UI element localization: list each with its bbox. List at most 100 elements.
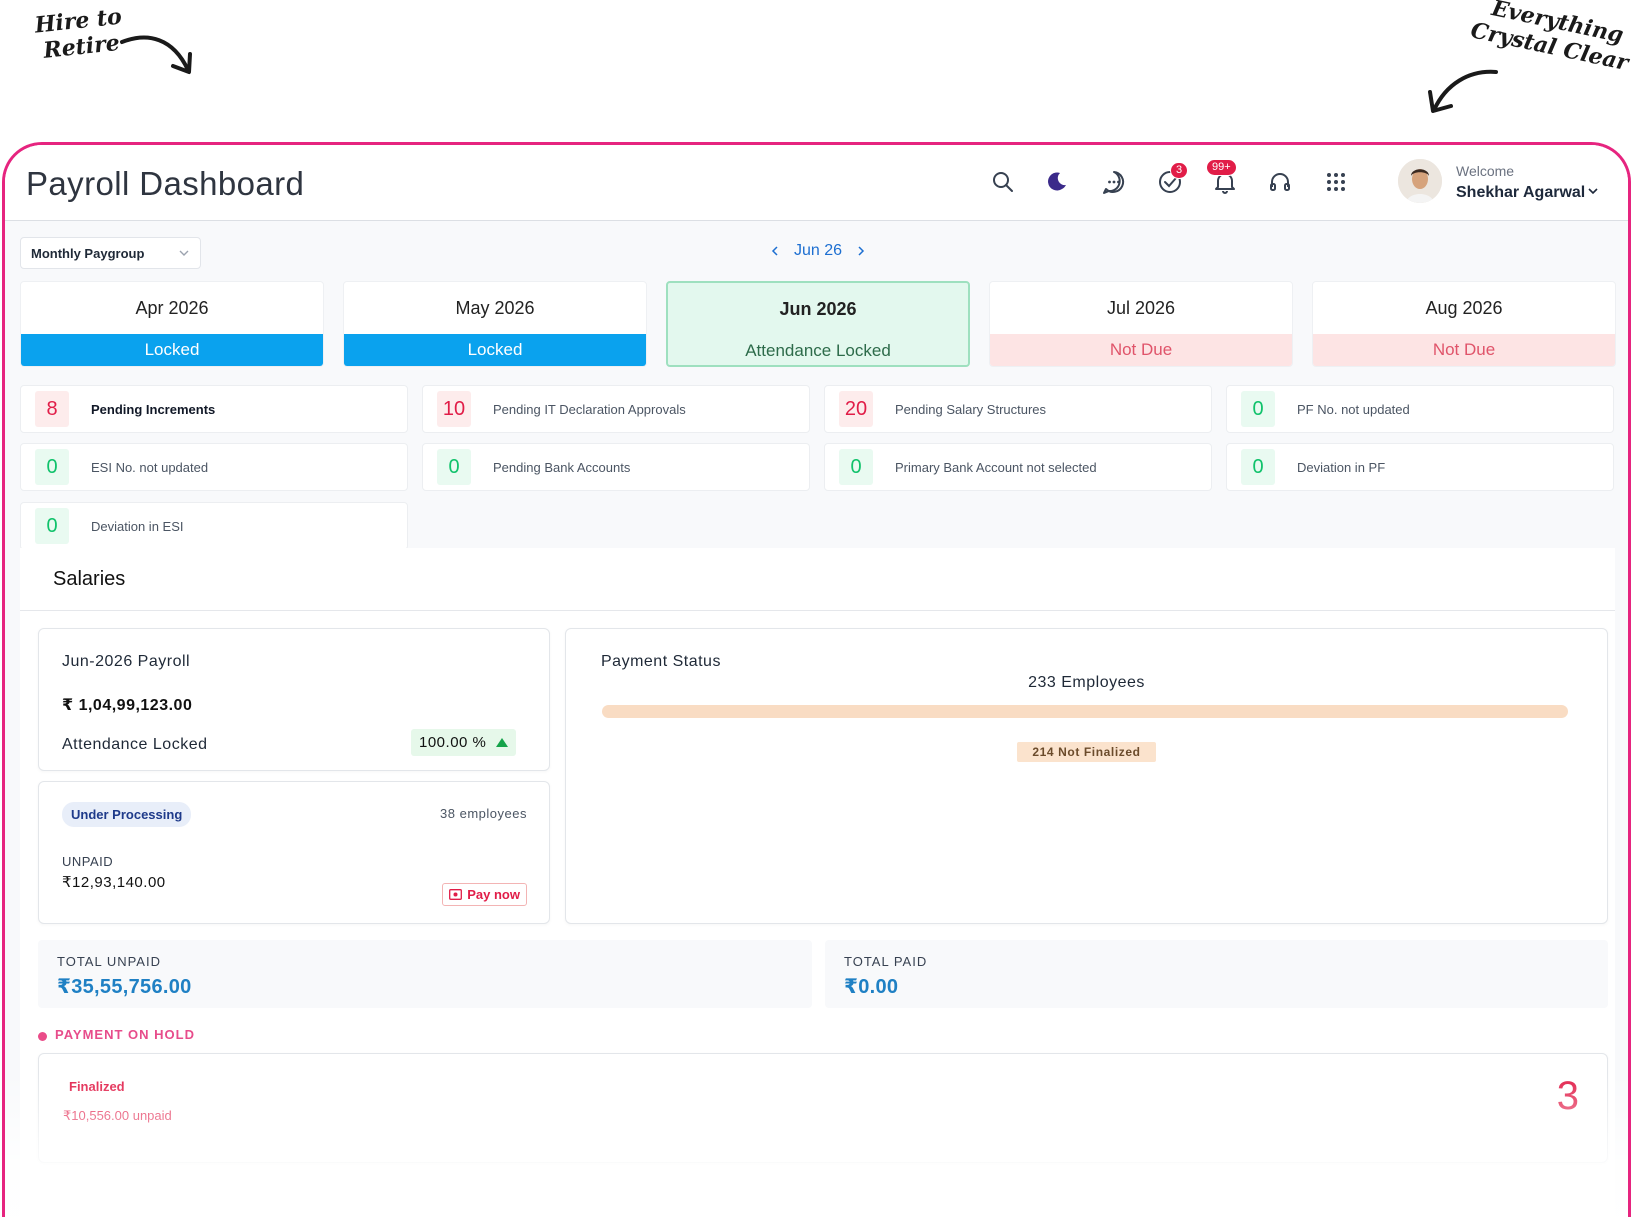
stat-value: 0 — [1241, 449, 1275, 485]
employee-count: 38 employees — [440, 806, 527, 821]
payment-status-title: Payment Status — [601, 653, 721, 670]
stat-label: ESI No. not updated — [91, 459, 209, 475]
stat-card-it-declarations[interactable]: 10 Pending IT Declaration Approvals — [422, 385, 810, 433]
on-hold-unpaid: ₹10,556.00 unpaid — [63, 1108, 172, 1123]
stat-value: 0 — [839, 449, 873, 485]
payroll-status: Attendance Locked — [62, 736, 208, 753]
chevron-down-icon — [179, 250, 189, 256]
chevron-right-icon[interactable] — [856, 245, 866, 257]
stat-card-pending-increments[interactable]: 8 Pending Increments — [20, 385, 408, 433]
salaries-panel: Salaries Jun-2026 Payroll ₹ 1,04,99,123.… — [20, 548, 1615, 1217]
headset-icon[interactable] — [1265, 167, 1295, 197]
stat-card-salary-structures[interactable]: 20 Pending Salary Structures — [824, 385, 1212, 433]
payroll-percent: 100.00 % — [419, 734, 487, 751]
top-bar: Payroll Dashboard 3 99+ Welcome Shekhar … — [5, 145, 1628, 221]
month-navigator: Jun 26 — [770, 242, 866, 260]
user-name[interactable]: Shekhar Agarwal — [1456, 184, 1585, 202]
stat-label: Primary Bank Account not selected — [895, 459, 1097, 475]
on-hold-count: 3 — [1556, 1074, 1579, 1118]
stat-card-deviation-esi[interactable]: 0 Deviation in ESI — [20, 502, 408, 550]
stat-label: Pending IT Declaration Approvals — [493, 401, 686, 417]
total-paid-value: ₹0.00 — [844, 976, 899, 998]
stat-value: 8 — [35, 391, 69, 427]
welcome-text: Welcome — [1456, 163, 1515, 179]
employee-total: 233 Employees — [1028, 674, 1145, 691]
month-name: Jun 2026 — [779, 298, 857, 319]
under-processing-card: Under Processing 38 employees UNPAID ₹12… — [38, 781, 550, 924]
page-title: Payroll Dashboard — [26, 165, 305, 202]
payroll-summary-card: Jun-2026 Payroll ₹ 1,04,99,123.00 Attend… — [38, 628, 550, 771]
tasks-badge: 3 — [1170, 162, 1189, 179]
divider — [20, 610, 1615, 611]
total-unpaid-value: ₹35,55,756.00 — [57, 976, 192, 998]
month-status: Attendance Locked — [745, 341, 891, 360]
stat-card-esi-number[interactable]: 0 ESI No. not updated — [20, 443, 408, 491]
payroll-amount: ₹ 1,04,99,123.00 — [62, 697, 193, 714]
moon-icon[interactable] — [1043, 167, 1073, 197]
apps-grid-icon[interactable] — [1321, 167, 1351, 197]
stat-label: Pending Increments — [91, 401, 216, 417]
payment-icon — [449, 889, 463, 900]
payment-status-card: Payment Status 233 Employees 214 Not Fin… — [565, 628, 1608, 924]
total-paid-card: TOTAL PAID ₹0.00 — [825, 940, 1608, 1008]
payroll-percent-badge: 100.00 % — [411, 729, 517, 756]
curved-arrow-icon — [120, 35, 192, 74]
stat-card-bank-accounts[interactable]: 0 Pending Bank Accounts — [422, 443, 810, 491]
current-month: Jun 26 — [794, 242, 843, 259]
paygroup-value: Monthly Paygroup — [31, 246, 145, 261]
unpaid-label: UNPAID — [62, 854, 114, 869]
stat-value: 10 — [437, 391, 471, 427]
stat-value: 0 — [1241, 391, 1275, 427]
month-card-jun[interactable]: Jun 2026 Attendance Locked — [666, 281, 970, 367]
stat-value: 20 — [839, 391, 873, 427]
pay-now-label: Pay now — [467, 887, 520, 902]
total-unpaid-card: TOTAL UNPAID ₹35,55,756.00 — [38, 940, 812, 1008]
avatar[interactable] — [1398, 159, 1442, 203]
stat-label: Pending Salary Structures — [895, 401, 1047, 417]
month-card-apr[interactable]: Apr 2026 Locked — [20, 281, 324, 367]
month-status: Locked — [21, 334, 323, 366]
stat-label: PF No. not updated — [1297, 401, 1410, 417]
stat-label: Deviation in PF — [1297, 459, 1386, 475]
stat-card-primary-bank[interactable]: 0 Primary Bank Account not selected — [824, 443, 1212, 491]
stat-label: Deviation in ESI — [91, 518, 184, 534]
finalized-label: Finalized — [69, 1079, 125, 1094]
hire-to-retire-annotation: Hire to Retire — [34, 4, 126, 65]
stat-value: 0 — [437, 449, 471, 485]
payment-status-legend: 214 Not Finalized — [566, 742, 1607, 762]
stat-label: Pending Bank Accounts — [493, 459, 631, 475]
pay-now-button[interactable]: Pay now — [442, 883, 527, 906]
dashboard-window: Payroll Dashboard 3 99+ Welcome Shekhar … — [2, 142, 1631, 1217]
month-status: Locked — [344, 334, 646, 366]
bell-icon[interactable]: 99+ — [1206, 159, 1240, 197]
stat-value: 0 — [35, 508, 69, 544]
status-badge: Under Processing — [62, 802, 192, 827]
stat-card-pf-number[interactable]: 0 PF No. not updated — [1226, 385, 1614, 433]
month-card-aug[interactable]: Aug 2026 Not Due — [1312, 281, 1616, 367]
payroll-title: Jun-2026 Payroll — [62, 653, 191, 670]
month-name: Jul 2026 — [1106, 297, 1176, 318]
total-unpaid-label: TOTAL UNPAID — [57, 954, 161, 969]
month-card-may[interactable]: May 2026 Locked — [343, 281, 647, 367]
chevron-left-icon[interactable] — [770, 245, 780, 257]
search-icon[interactable] — [988, 167, 1018, 197]
tasks-check-icon[interactable]: 3 — [1155, 162, 1189, 197]
stat-card-deviation-pf[interactable]: 0 Deviation in PF — [1226, 443, 1614, 491]
salaries-title: Salaries — [53, 568, 126, 590]
chevron-down-icon[interactable] — [1587, 185, 1599, 197]
month-status: Not Due — [1313, 334, 1615, 366]
month-card-jul[interactable]: Jul 2026 Not Due — [989, 281, 1293, 367]
unpaid-amount: ₹12,93,140.00 — [62, 874, 166, 891]
payment-on-hold-label: PAYMENT ON HOLD — [55, 1027, 195, 1042]
payment-status-bar — [602, 705, 1568, 718]
curved-arrow-icon — [1428, 69, 1498, 113]
month-name: May 2026 — [455, 297, 535, 318]
payment-on-hold-card[interactable]: Finalized ₹10,556.00 unpaid 3 — [38, 1053, 1608, 1163]
paygroup-select[interactable]: Monthly Paygroup — [20, 237, 201, 269]
notifications-badge: 99+ — [1206, 159, 1237, 176]
month-status: Not Due — [990, 334, 1292, 366]
month-name: Aug 2026 — [1425, 297, 1503, 318]
chat-icon[interactable] — [1099, 167, 1129, 197]
total-paid-label: TOTAL PAID — [844, 954, 928, 969]
month-name: Apr 2026 — [135, 297, 209, 318]
